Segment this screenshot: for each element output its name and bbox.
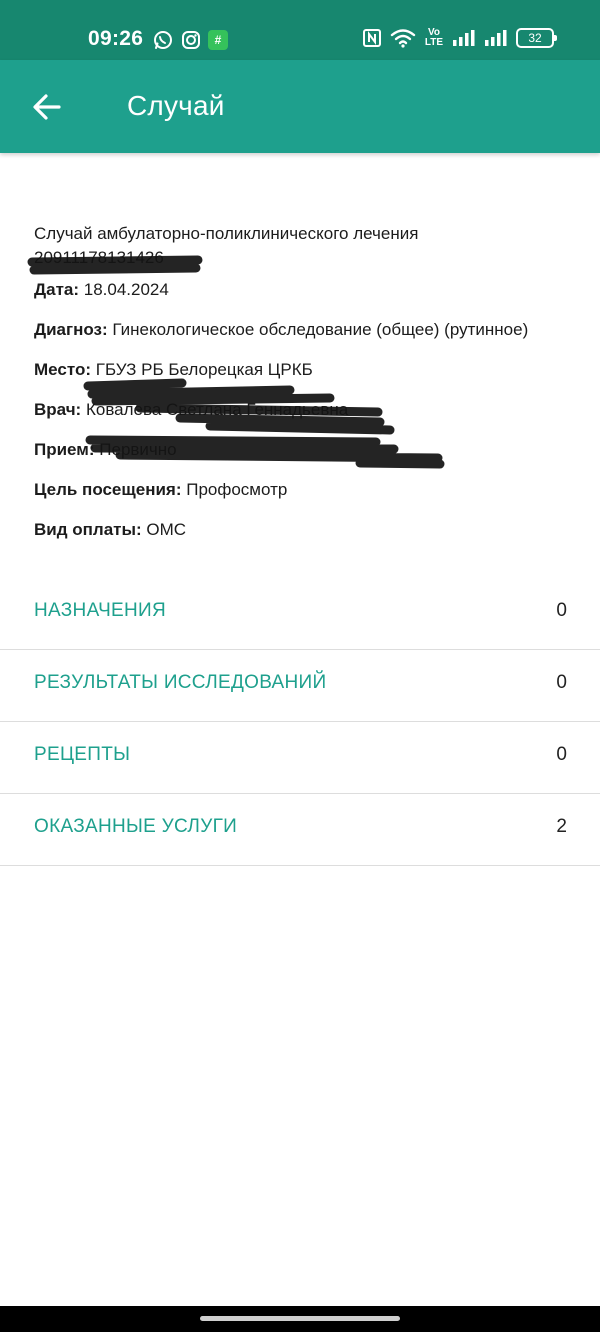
case-details: Случай амбулаторно-поликлинического лече… — [34, 222, 574, 541]
section-count: 0 — [556, 744, 567, 765]
section-list: НАЗНАЧЕНИЯ 0 РЕЗУЛЬТАТЫ ИССЛЕДОВАНИЙ 0 Р… — [0, 578, 600, 866]
field-value: 18.04.2024 — [83, 280, 169, 299]
case-number: 20911178131426 — [34, 248, 164, 267]
field-label: Прием: — [34, 440, 95, 459]
system-icons: Vo LTE 32 — [362, 27, 557, 48]
section-label: ОКАЗАННЫЕ УСЛУГИ — [34, 816, 238, 837]
field-label: Врач: — [34, 400, 82, 419]
field-label: Место: — [34, 360, 91, 379]
case-type: Случай амбулаторно-поликлинического лече… — [34, 224, 419, 243]
field-payment-type: Вид оплаты: ОМС — [34, 519, 574, 541]
arrow-left-icon — [33, 94, 61, 120]
field-value: Первично — [99, 440, 177, 459]
field-visit-purpose: Цель посещения: Профосмотр — [34, 479, 574, 501]
field-label: Диагноз: — [34, 320, 108, 339]
section-row-prescriptions[interactable]: НАЗНАЧЕНИЯ 0 — [0, 578, 600, 650]
notification-icons: # — [152, 29, 228, 51]
field-label: Вид оплаты: — [34, 520, 142, 539]
app-notification-icon: # — [208, 30, 228, 50]
status-time: 09:26 — [88, 27, 144, 50]
battery-icon: 32 — [516, 28, 557, 48]
back-button[interactable] — [30, 90, 64, 124]
section-row-research-results[interactable]: РЕЗУЛЬТАТЫ ИССЛЕДОВАНИЙ 0 — [0, 650, 600, 722]
field-value: ГБУЗ РБ Белорецкая ЦРКБ — [95, 360, 313, 379]
app-bar: Случай — [0, 60, 600, 153]
field-date: Дата: 18.04.2024 — [34, 279, 574, 301]
field-place: Место: ГБУЗ РБ Белорецкая ЦРКБ — [34, 359, 574, 381]
navigation-bar — [0, 1306, 600, 1332]
field-label: Цель посещения: — [34, 480, 182, 499]
field-value: Ковалева Светлана Геннадьевна — [85, 400, 349, 419]
volte-icon: Vo LTE — [424, 27, 444, 48]
section-count: 0 — [556, 600, 567, 621]
whatsapp-icon — [152, 29, 174, 51]
field-value: Гинекологическое обследование (общее) (р… — [112, 320, 529, 339]
section-row-services[interactable]: ОКАЗАННЫЕ УСЛУГИ 2 — [0, 794, 600, 866]
field-value: Профосмотр — [186, 480, 288, 499]
field-reception: Прием: Первично — [34, 439, 574, 461]
section-count: 2 — [556, 816, 567, 837]
section-label: НАЗНАЧЕНИЯ — [34, 600, 167, 621]
field-diagnosis: Диагноз: Гинекологическое обследование (… — [34, 319, 574, 341]
instagram-icon — [180, 29, 202, 51]
page-title: Случай — [127, 90, 225, 121]
case-title: Случай амбулаторно-поликлинического лече… — [34, 222, 574, 270]
status-bar: 09:26 # Vo LTE 32 — [0, 0, 600, 60]
nfc-icon — [362, 28, 382, 48]
wifi-icon — [390, 28, 416, 48]
section-label: РЕЗУЛЬТАТЫ ИССЛЕДОВАНИЙ — [34, 672, 327, 693]
signal-icon — [452, 29, 476, 47]
signal-icon — [484, 29, 508, 47]
section-count: 0 — [556, 672, 567, 693]
section-row-recipes[interactable]: РЕЦЕПТЫ 0 — [0, 722, 600, 794]
field-doctor: Врач: Ковалева Светлана Геннадьевна — [34, 399, 574, 421]
section-label: РЕЦЕПТЫ — [34, 744, 131, 765]
field-label: Дата: — [34, 280, 80, 299]
field-value: ОМС — [146, 520, 187, 539]
home-indicator[interactable] — [200, 1316, 400, 1321]
